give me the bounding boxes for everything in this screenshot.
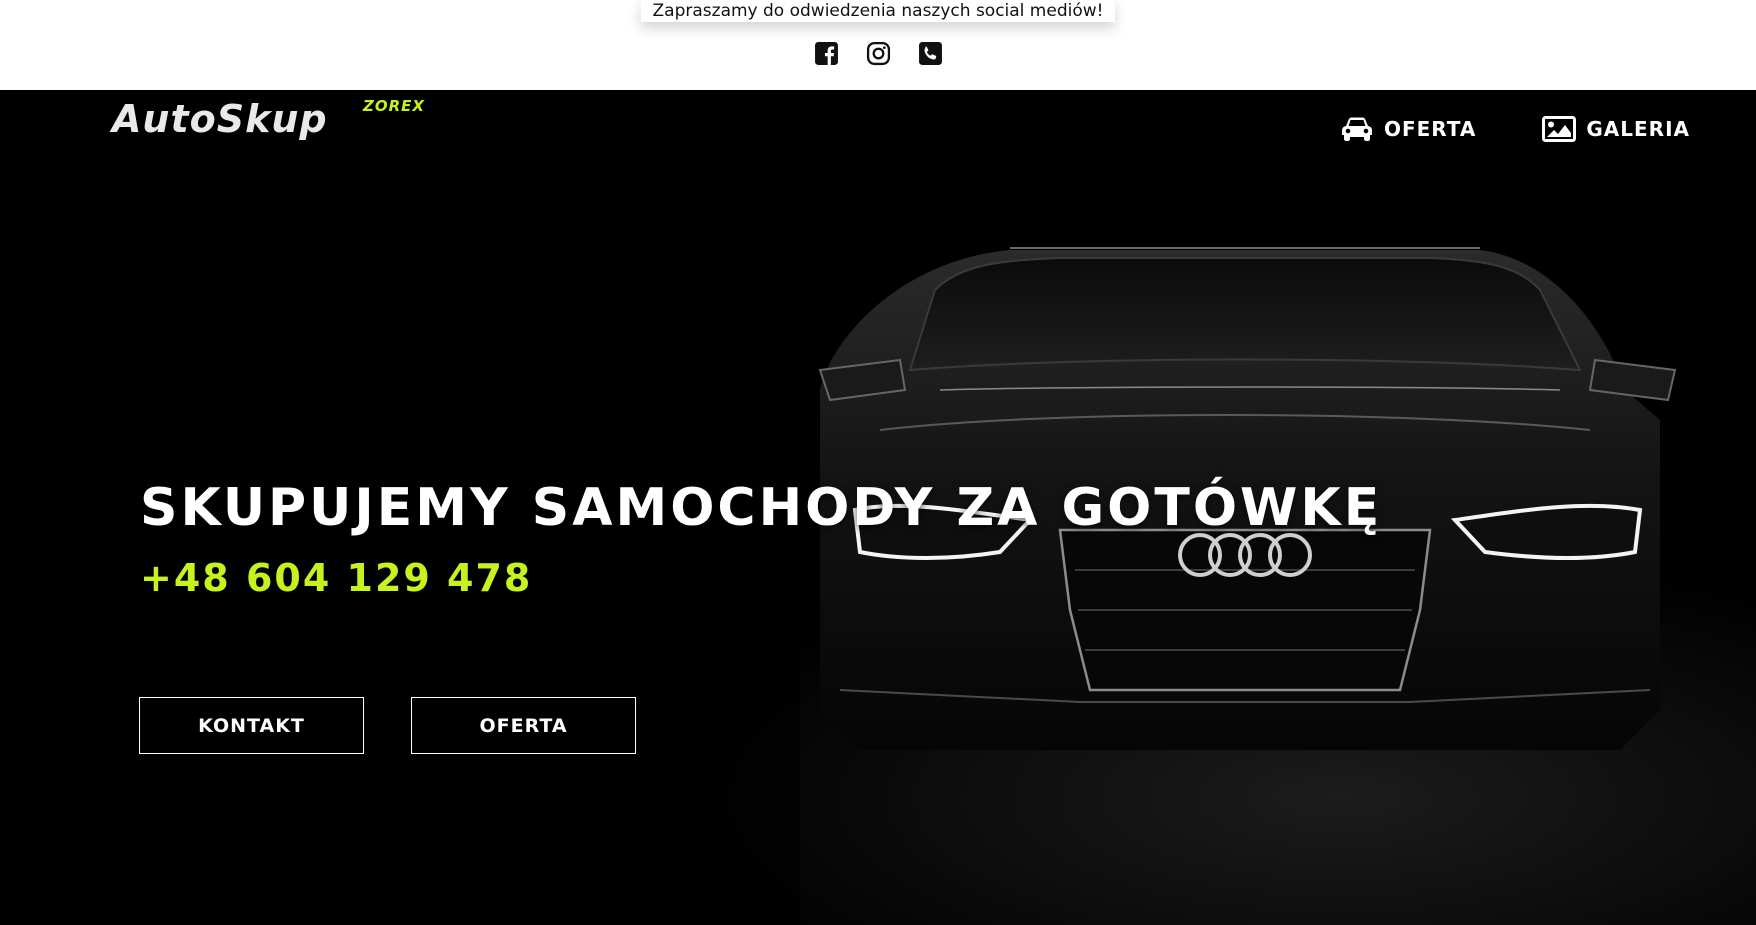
phone-icon <box>918 41 942 65</box>
social-bar: Zapraszamy do odwiedzenia naszych social… <box>0 0 1756 90</box>
phone-link[interactable] <box>917 40 943 66</box>
facebook-icon <box>814 41 838 65</box>
facebook-link[interactable] <box>813 40 839 66</box>
image-icon <box>1542 116 1577 142</box>
instagram-link[interactable] <box>865 40 891 66</box>
nav-galeria[interactable]: GALERIA <box>1542 112 1690 146</box>
main-nav: OFERTA GALERIA <box>1340 112 1690 146</box>
nav-oferta[interactable]: OFERTA <box>1340 112 1476 146</box>
social-message: Zapraszamy do odwiedzenia naszych social… <box>640 0 1116 22</box>
hero-phone[interactable]: +48 604 129 478 <box>140 556 532 600</box>
instagram-icon <box>866 41 890 65</box>
nav-galeria-label: GALERIA <box>1586 117 1690 141</box>
kontakt-button[interactable]: KONTAKT <box>139 697 364 754</box>
hero-headline: SKUPUJEMY SAMOCHODY ZA GOTÓWKĘ <box>140 478 1383 538</box>
car-icon <box>1341 117 1372 141</box>
logo-subtitle: ZOREX <box>363 97 425 115</box>
nav-oferta-label: OFERTA <box>1383 117 1477 141</box>
social-message-wrap: Zapraszamy do odwiedzenia naszych social… <box>0 0 1756 22</box>
hero-section: AutoSkup ZOREX OFERTA GALERIA SKUPUJEMY … <box>0 90 1756 925</box>
site-logo[interactable]: AutoSkup <box>112 94 328 154</box>
oferta-button[interactable]: OFERTA <box>411 697 636 754</box>
social-links <box>0 40 1756 66</box>
